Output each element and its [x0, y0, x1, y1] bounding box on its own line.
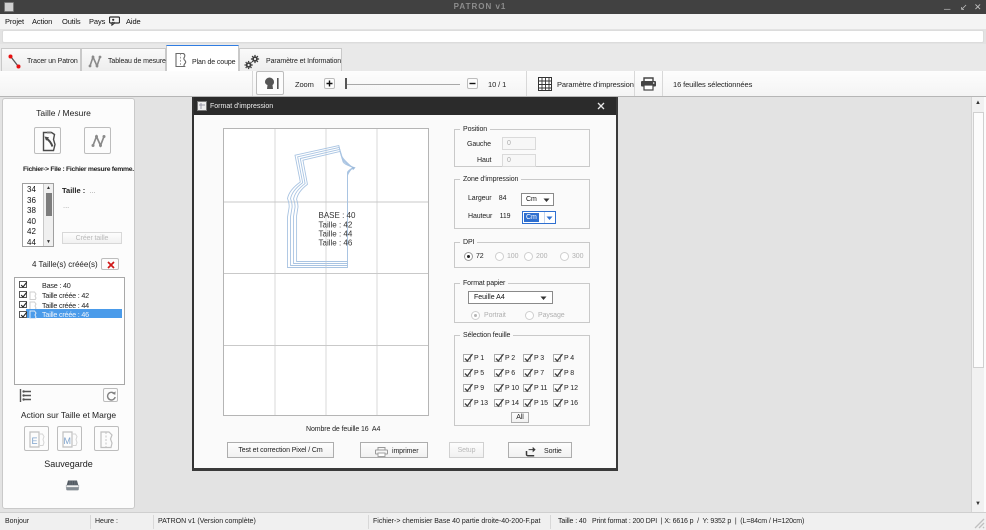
svg-text:Taille : 46: Taille : 46 — [319, 239, 353, 248]
svg-text:BASE : 40: BASE : 40 — [319, 211, 356, 220]
svg-text:Taille : 44: Taille : 44 — [319, 229, 353, 238]
svg-text:E: E — [32, 436, 38, 446]
svg-text:Taille : 42: Taille : 42 — [319, 220, 353, 229]
svg-text:M: M — [64, 436, 72, 446]
